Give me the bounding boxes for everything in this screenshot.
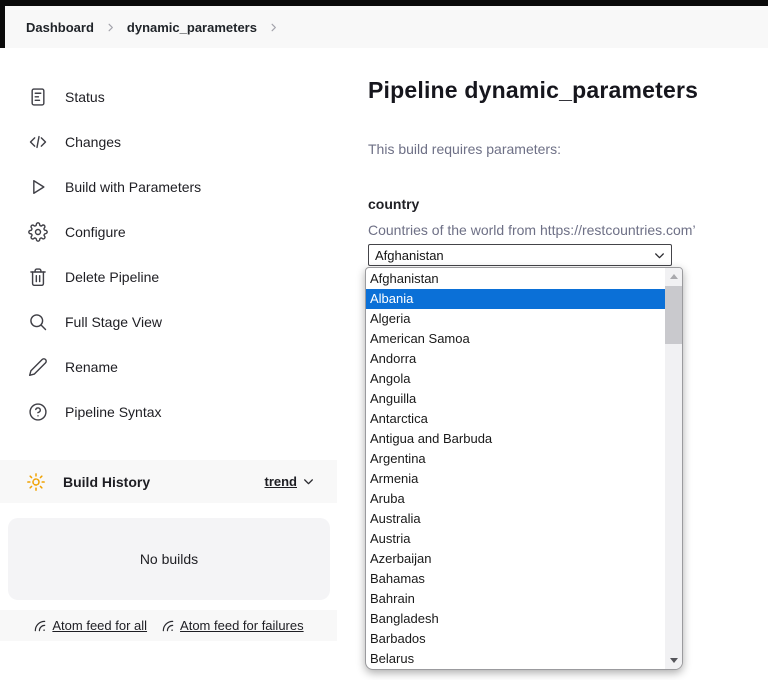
trend-link[interactable]: trend [265,474,316,489]
country-option[interactable]: Afghanistan [366,269,665,289]
build-history-title: Build History [63,473,151,490]
country-option[interactable]: Anguilla [366,389,665,409]
country-option[interactable]: Bahamas [366,569,665,589]
chevron-down-icon [655,252,664,258]
sidebar-item-changes[interactable]: Changes [0,119,337,164]
chevron-down-icon [304,479,313,485]
sidebar: Status Changes Build with Parameters Con… [0,48,337,641]
dropdown-scrollbar[interactable] [665,268,682,669]
country-dropdown-popup: Afghanistan Albania Algeria American Samoa A… [365,267,683,670]
rss-icon [162,620,174,631]
country-option[interactable]: Australia [366,509,665,529]
country-option[interactable]: Belarus [366,649,665,669]
atom-feed-failures-link[interactable]: Atom feed for failures [161,618,304,633]
page-title: Pipeline dynamic_parameters [368,77,699,103]
country-option[interactable]: Algeria [366,309,665,329]
code-icon [28,132,48,152]
chevron-right-icon [105,22,116,33]
country-option[interactable]: Barbados [366,629,665,649]
trash-icon [28,267,48,287]
document-icon [28,87,48,107]
pencil-icon [28,357,48,377]
sidebar-item-label: Pipeline Syntax [65,403,162,420]
build-requires-parameters-text: This build requires parameters: [368,141,561,157]
country-select-value: Afghanistan [375,247,444,263]
country-option[interactable]: American Samoa [366,329,665,349]
sidebar-item-configure[interactable]: Configure [0,209,337,254]
sidebar-item-rename[interactable]: Rename [0,344,337,389]
sidebar-item-label: Status [65,88,105,105]
country-options-list: Afghanistan Albania Algeria American Samoa A… [366,268,665,669]
trend-label: trend [264,474,298,489]
country-option[interactable]: Angola [366,369,665,389]
breadcrumb-item-dashboard[interactable]: Dashboard [26,20,94,35]
parameter-block: country Countries of the world from http… [368,196,748,266]
sidebar-item-label: Build with Parameters [65,178,202,195]
chevron-right-icon [268,22,279,33]
scrollbar-up-arrow-icon[interactable] [665,268,682,285]
sidebar-menu: Status Changes Build with Parameters Con… [0,74,337,434]
search-icon [28,312,48,332]
gear-icon [28,221,48,242]
sidebar-item-label: Rename [65,358,118,375]
sidebar-item-label: Changes [65,133,122,150]
country-option[interactable]: Antigua and Barbuda [366,429,665,449]
breadcrumb: Dashboard dynamic_parameters [0,6,768,48]
jenkins-page: Dashboard dynamic_parameters Status Chan… [0,0,768,680]
country-option[interactable]: Bahrain [366,589,665,609]
scrollbar-down-arrow-icon[interactable] [665,652,682,669]
atom-feed-bar: Atom feed for all Atom feed for failures [0,610,337,641]
country-option[interactable]: Argentina [366,449,665,469]
parameter-name: country [368,196,420,212]
country-option[interactable]: Azerbaijan [366,549,665,569]
sidebar-item-label: Delete Pipeline [65,268,160,285]
sidebar-item-full-stage-view[interactable]: Full Stage View [0,299,337,344]
atom-feed-all-label: Atom feed for all [52,618,148,633]
sidebar-item-label: Full Stage View [65,313,163,330]
sidebar-item-status[interactable]: Status [0,74,337,119]
sidebar-item-delete-pipeline[interactable]: Delete Pipeline [0,254,337,299]
sidebar-item-label: Configure [65,223,126,240]
main-content: Pipeline dynamic_parameters This build r… [337,48,768,670]
sidebar-item-pipeline-syntax[interactable]: Pipeline Syntax [0,389,337,434]
rss-icon [35,620,46,631]
parameter-description: Countries of the world from https://rest… [368,222,696,238]
play-icon [28,177,48,197]
question-icon [28,402,48,422]
build-history-header: Build History trend [0,460,337,503]
no-builds-panel: No builds [8,518,330,600]
country-option[interactable]: Albania [366,289,665,309]
country-option[interactable]: Armenia [366,469,665,489]
atom-feed-all-link[interactable]: Atom feed for all [33,618,147,633]
country-option[interactable]: Andorra [366,349,665,369]
country-option[interactable]: Austria [366,529,665,549]
country-select[interactable]: Afghanistan [368,244,672,266]
sidebar-item-build-with-parameters[interactable]: Build with Parameters [0,164,337,209]
weather-sun-icon [26,472,46,492]
country-option[interactable]: Bangladesh [366,609,665,629]
country-option[interactable]: Antarctica [366,409,665,429]
scrollbar-thumb[interactable] [665,286,682,344]
breadcrumb-item-pipeline[interactable]: dynamic_parameters [127,20,257,35]
atom-feed-failures-label: Atom feed for failures [180,618,304,633]
country-option[interactable]: Aruba [366,489,665,509]
no-builds-text: No builds [139,551,199,567]
